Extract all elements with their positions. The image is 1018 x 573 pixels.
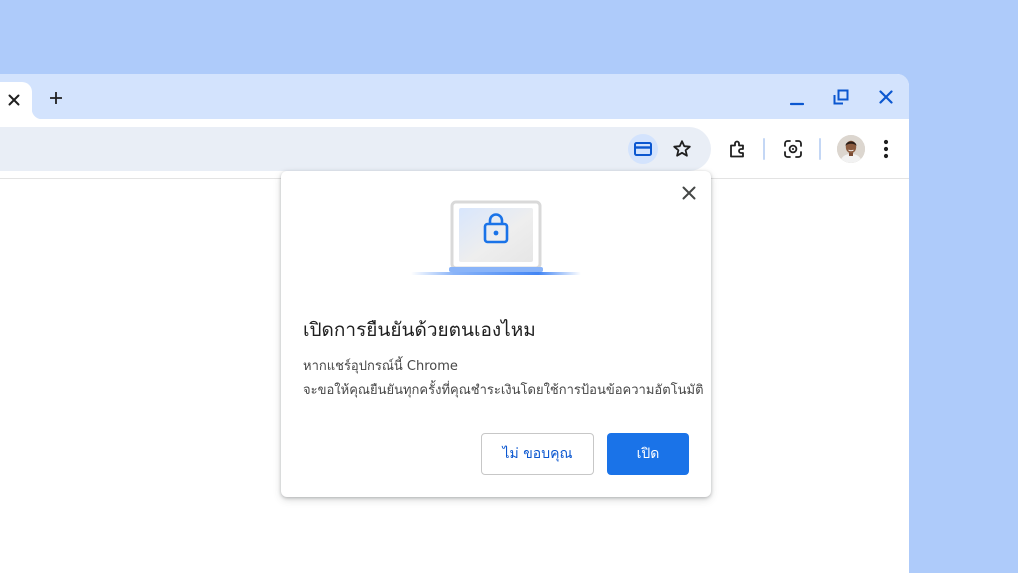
person-avatar-icon — [837, 135, 865, 163]
more-menu-button[interactable] — [872, 134, 900, 164]
extensions-button[interactable] — [723, 134, 753, 164]
close-icon — [879, 90, 893, 104]
bookmark-button[interactable] — [667, 134, 697, 164]
toolbar-separator — [763, 138, 765, 160]
new-tab-button[interactable] — [45, 87, 67, 109]
tab-strip — [0, 74, 909, 119]
close-icon — [8, 94, 20, 106]
plus-icon — [50, 92, 62, 104]
minimize-icon — [790, 102, 804, 106]
profile-avatar[interactable] — [837, 135, 865, 163]
omnibox[interactable] — [0, 127, 711, 171]
star-icon — [673, 140, 691, 157]
active-tab[interactable] — [0, 82, 42, 119]
restore-icon — [833, 89, 849, 105]
dialog-title: เปิดการยืนยันด้วยตนเองไหม — [303, 319, 536, 341]
dialog-body: หากแชร์อุปกรณ์นี้ Chrome จะขอให้คุณยืนยั… — [303, 355, 704, 403]
dialog-body-line-1: หากแชร์อุปกรณ์นี้ Chrome — [303, 359, 458, 374]
verify-dialog: เปิดการยืนยันด้วยตนเองไหม หากแชร์อุปกรณ์… — [281, 171, 711, 497]
saved-card-button[interactable] — [628, 134, 658, 164]
turn-on-button[interactable]: เปิด — [607, 433, 689, 475]
no-thanks-button[interactable]: ไม่ ขอบคุณ — [481, 433, 594, 475]
dialog-body-line-2: จะขอให้คุณยืนยันทุกครั้งที่คุณชำระเงินโด… — [303, 383, 704, 398]
close-icon — [682, 186, 696, 200]
more-vert-icon — [883, 139, 889, 159]
lens-button[interactable] — [778, 134, 808, 164]
minimize-button[interactable] — [784, 86, 810, 112]
toolbar-separator — [819, 138, 821, 160]
lens-icon — [784, 140, 802, 158]
close-tab-button[interactable] — [4, 90, 24, 110]
dialog-close-button[interactable] — [677, 181, 701, 205]
card-icon — [634, 142, 652, 156]
close-window-button[interactable] — [873, 84, 899, 110]
toolbar — [0, 119, 909, 179]
restore-button[interactable] — [828, 84, 854, 110]
extensions-icon — [730, 140, 744, 158]
laptop-lock-icon — [411, 200, 581, 275]
